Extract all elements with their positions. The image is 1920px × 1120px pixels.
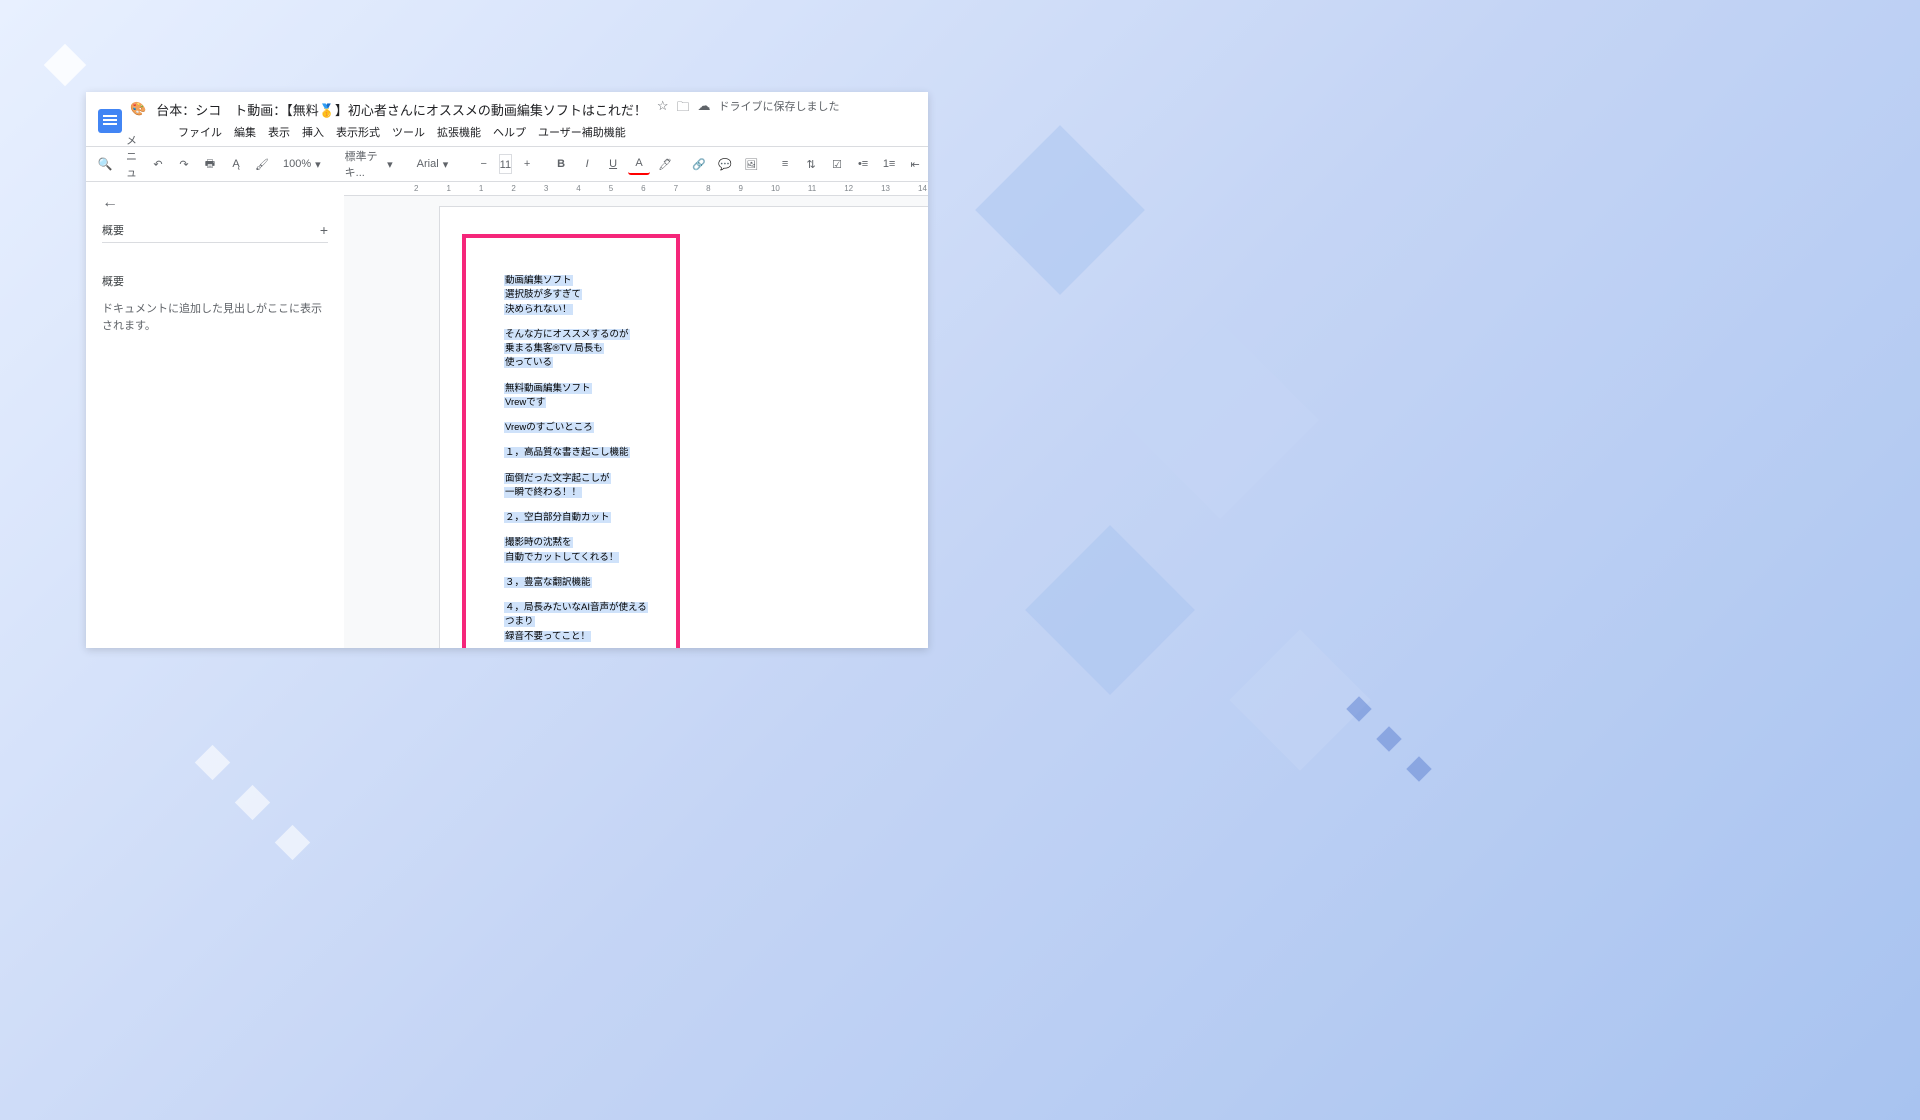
save-status: ドライブに保存しました: [719, 98, 840, 120]
link-icon[interactable]: 🔗: [688, 153, 710, 175]
menu-tools[interactable]: ツール: [392, 124, 425, 140]
move-folder-icon[interactable]: 🗀: [677, 98, 690, 120]
font-size-input[interactable]: 11: [499, 154, 512, 174]
menu-help[interactable]: ヘルプ: [493, 124, 526, 140]
toolbar-menu[interactable]: メニュー: [120, 153, 143, 175]
outdent-icon[interactable]: ⇤: [904, 153, 926, 175]
italic-button[interactable]: I: [576, 153, 598, 175]
text-color-button[interactable]: A: [628, 153, 650, 175]
underline-button[interactable]: U: [602, 153, 624, 175]
document-title[interactable]: 台本：シコ ト動画：【無料🥇】初心者さんにオススメの動画編集ソフトはこれだ！: [156, 100, 647, 119]
docs-logo-icon[interactable]: [98, 109, 122, 133]
paint-format-icon[interactable]: 🖌: [251, 153, 273, 175]
numbered-list-icon[interactable]: 1≡: [878, 153, 900, 175]
horizontal-ruler[interactable]: 21 12 34 56 78 910 1112 1314 1516: [344, 182, 928, 196]
zoom-select[interactable]: 100% ▾: [277, 153, 327, 175]
undo-icon[interactable]: ↶: [147, 153, 169, 175]
paragraph-style-select[interactable]: 標準テキ... ▾: [339, 153, 399, 175]
title-bar: 🎨 台本：シコ ト動画：【無料🥇】初心者さんにオススメの動画編集ソフトはこれだ！…: [86, 92, 928, 146]
spellcheck-icon[interactable]: Ą: [225, 153, 247, 175]
doc-emoji: 🎨: [130, 101, 146, 117]
document-canvas: 21 12 34 56 78 910 1112 1314 1516 動画編集ソフ…: [344, 182, 928, 648]
print-icon[interactable]: 🖶: [199, 153, 221, 175]
google-docs-window: 🎨 台本：シコ ト動画：【無料🥇】初心者さんにオススメの動画編集ソフトはこれだ！…: [86, 92, 928, 648]
menu-extensions[interactable]: 拡張機能: [437, 124, 481, 140]
outline-placeholder-text: ドキュメントに追加した見出しがここに表示されます。: [102, 301, 328, 334]
line-spacing-icon[interactable]: ⇅: [800, 153, 822, 175]
image-icon[interactable]: 🖼: [740, 153, 762, 175]
menu-view[interactable]: 表示: [268, 124, 290, 140]
menu-bar: ファイル 編集 表示 挿入 表示形式 ツール 拡張機能 ヘルプ ユーザー補助機能: [130, 122, 916, 144]
comment-icon[interactable]: 💬: [714, 153, 736, 175]
search-icon[interactable]: [94, 153, 116, 175]
font-size-increase[interactable]: +: [516, 153, 538, 175]
align-icon[interactable]: ≡: [774, 153, 796, 175]
menu-format[interactable]: 表示形式: [336, 124, 380, 140]
document-text[interactable]: 動画編集ソフト選択肢が多すぎて決められない！ そんな方にオススメするのが乗まる集…: [504, 274, 648, 648]
star-icon[interactable]: ☆: [657, 98, 669, 120]
outline-heading-2: 概要: [102, 273, 328, 289]
redo-icon[interactable]: ↷: [173, 153, 195, 175]
add-outline-icon[interactable]: +: [320, 222, 328, 238]
bold-button[interactable]: B: [550, 153, 572, 175]
toolbar: メニュー ↶ ↷ 🖶 Ą 🖌 100% ▾ 標準テキ... ▾ Arial ▾ …: [86, 146, 928, 182]
checklist-icon[interactable]: ☑: [826, 153, 848, 175]
bullet-list-icon[interactable]: •≡: [852, 153, 874, 175]
outline-heading: 概要: [102, 222, 124, 238]
outline-sidebar: ← 概要 + 概要 ドキュメントに追加した見出しがここに表示されます。: [86, 182, 344, 648]
menu-insert[interactable]: 挿入: [302, 124, 324, 140]
cloud-icon[interactable]: ☁: [698, 98, 711, 120]
back-arrow-icon[interactable]: ←: [102, 194, 328, 212]
font-size-decrease[interactable]: −: [473, 153, 495, 175]
menu-edit[interactable]: 編集: [234, 124, 256, 140]
font-select[interactable]: Arial ▾: [411, 153, 461, 175]
menu-accessibility[interactable]: ユーザー補助機能: [538, 124, 626, 140]
menu-file[interactable]: ファイル: [178, 124, 222, 140]
highlight-color-button[interactable]: 🖊: [654, 153, 676, 175]
content-area: ← 概要 + 概要 ドキュメントに追加した見出しがここに表示されます。 21 1…: [86, 182, 928, 648]
